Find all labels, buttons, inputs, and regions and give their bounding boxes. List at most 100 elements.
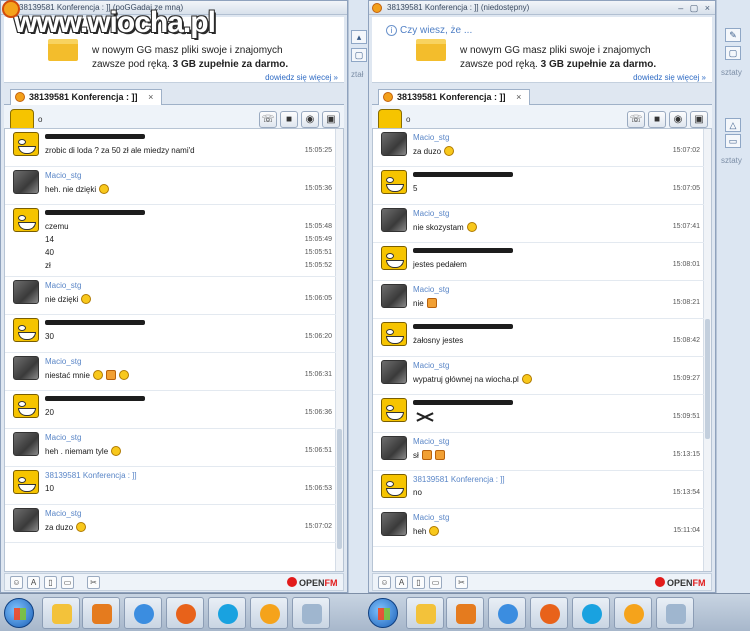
- chat-message: Macio_stg za duzo 15:07:02: [373, 129, 704, 167]
- avatar[interactable]: [13, 208, 39, 232]
- sender-nick[interactable]: Macio_stg: [413, 285, 449, 294]
- sender-nick[interactable]: Macio_stg: [45, 281, 81, 290]
- sender-nick[interactable]: 38139581 Konferencja : ]]: [45, 471, 137, 480]
- status-indicator[interactable]: o: [406, 115, 410, 124]
- message-text: 10: [45, 484, 54, 493]
- avatar[interactable]: [13, 280, 39, 304]
- chat-history[interactable]: zrobic di loda ? za 50 zł ale miedzy nam…: [4, 128, 344, 572]
- ie-icon[interactable]: [124, 597, 162, 629]
- gamepad-icon[interactable]: ◉: [301, 111, 319, 128]
- start-button[interactable]: [4, 598, 34, 628]
- avatar[interactable]: [381, 436, 407, 460]
- avatar[interactable]: [381, 284, 407, 308]
- file-icon[interactable]: ▯: [412, 576, 425, 589]
- video-icon[interactable]: ■: [280, 111, 298, 128]
- avatar[interactable]: [13, 394, 39, 418]
- media-player-icon[interactable]: [446, 597, 484, 629]
- emoticon-icon: [76, 522, 87, 532]
- side-strip-left: ▴ ▢ ztał: [348, 0, 368, 593]
- skype-icon[interactable]: [208, 597, 246, 629]
- ad-banner[interactable]: i Czy wiesz, że ... w nowym GG masz pliki…: [372, 17, 712, 83]
- strip-button[interactable]: ▢: [725, 46, 741, 60]
- sender-nick[interactable]: Macio_stg: [45, 357, 81, 366]
- paint-icon[interactable]: [656, 597, 694, 629]
- strip-button[interactable]: ▭: [725, 134, 741, 148]
- firefox-icon[interactable]: [530, 597, 568, 629]
- video-icon[interactable]: ■: [648, 111, 666, 128]
- avatar[interactable]: [381, 398, 407, 422]
- skype-icon[interactable]: [572, 597, 610, 629]
- sender-nick[interactable]: Macio_stg: [45, 171, 81, 180]
- sender-nick[interactable]: Macio_stg: [413, 133, 449, 142]
- avatar[interactable]: [13, 470, 39, 494]
- emoticon-icon: [429, 526, 440, 536]
- strip-button[interactable]: ✎: [725, 28, 741, 42]
- openfm-logo[interactable]: OPENFM: [655, 577, 706, 588]
- chat-scrollbar[interactable]: [335, 129, 343, 571]
- firefox-icon[interactable]: [166, 597, 204, 629]
- openfm-logo[interactable]: OPENFM: [287, 577, 338, 588]
- sender-nick[interactable]: 38139581 Konferencja : ]]: [413, 475, 505, 484]
- image-icon[interactable]: ▭: [61, 576, 74, 589]
- avatar[interactable]: [381, 170, 407, 194]
- font-icon[interactable]: A: [27, 576, 40, 589]
- sender-nick[interactable]: Macio_stg: [413, 209, 449, 218]
- paint-icon[interactable]: [292, 597, 330, 629]
- tab-conference[interactable]: 38139581 Konferencja : ]] ×: [378, 89, 531, 105]
- explorer-icon[interactable]: [406, 597, 444, 629]
- phone-icon[interactable]: ☏: [627, 111, 645, 128]
- explorer-icon[interactable]: [42, 597, 80, 629]
- avatar[interactable]: [381, 322, 407, 346]
- avatar[interactable]: [381, 474, 407, 498]
- start-button[interactable]: [368, 598, 398, 628]
- tab-close-icon[interactable]: ×: [516, 92, 521, 102]
- emoticon-icon[interactable]: ☺: [10, 576, 23, 589]
- strip-button[interactable]: ▴: [351, 30, 367, 44]
- avatar[interactable]: [381, 132, 407, 156]
- banner-more-link[interactable]: dowiedz się więcej »: [265, 73, 338, 82]
- strip-button[interactable]: ▢: [351, 48, 367, 62]
- sender-nick[interactable]: Macio_stg: [413, 513, 449, 522]
- scissors-icon[interactable]: ✂: [87, 576, 100, 589]
- banner-more-link[interactable]: dowiedz się więcej »: [633, 73, 706, 82]
- emoticon-icon: [466, 222, 477, 232]
- phone-icon[interactable]: ☏: [259, 111, 277, 128]
- image-icon[interactable]: ▭: [429, 576, 442, 589]
- sender-nick[interactable]: Macio_stg: [45, 433, 81, 442]
- tab-close-icon[interactable]: ×: [148, 92, 153, 102]
- file-icon[interactable]: ▯: [44, 576, 57, 589]
- emoticon-icon[interactable]: ☺: [378, 576, 391, 589]
- emoticon-icon: [421, 450, 432, 460]
- avatar[interactable]: [381, 208, 407, 232]
- ie-icon[interactable]: [488, 597, 526, 629]
- avatar[interactable]: [13, 508, 39, 532]
- avatar[interactable]: [13, 170, 39, 194]
- message-text: nie skozystam: [413, 222, 477, 232]
- gamepad-icon[interactable]: ◉: [669, 111, 687, 128]
- gadu-gadu-icon[interactable]: [250, 597, 288, 629]
- media-player-icon[interactable]: [82, 597, 120, 629]
- status-indicator[interactable]: o: [38, 115, 42, 124]
- sender-nick[interactable]: Macio_stg: [413, 361, 449, 370]
- avatar[interactable]: [381, 246, 407, 270]
- gift-icon[interactable]: ▣: [690, 111, 708, 128]
- strip-button[interactable]: △: [725, 118, 741, 132]
- gift-icon[interactable]: ▣: [322, 111, 340, 128]
- avatar[interactable]: [381, 360, 407, 384]
- font-icon[interactable]: A: [395, 576, 408, 589]
- avatar[interactable]: [13, 432, 39, 456]
- sender-nick[interactable]: Macio_stg: [413, 437, 449, 446]
- chat-scrollbar[interactable]: [703, 129, 711, 571]
- avatar[interactable]: [13, 132, 39, 156]
- avatar[interactable]: [13, 318, 39, 342]
- window-controls[interactable]: – ▢ ×: [678, 2, 712, 14]
- avatar[interactable]: [13, 356, 39, 380]
- sender-nick[interactable]: Macio_stg: [45, 509, 81, 518]
- gadu-gadu-icon[interactable]: [614, 597, 652, 629]
- message-timestamp: 15:08:21: [672, 299, 700, 306]
- chat-history[interactable]: Macio_stg za duzo 15:07:02 5 15:07:05 Macio_s…: [372, 128, 712, 572]
- avatar[interactable]: [381, 512, 407, 536]
- tab-conference[interactable]: 38139581 Konferencja : ]] ×: [10, 89, 163, 105]
- scissors-icon[interactable]: ✂: [455, 576, 468, 589]
- window-titlebar[interactable]: 38139581 Konferencja : ]] (niedostępny) …: [369, 1, 715, 15]
